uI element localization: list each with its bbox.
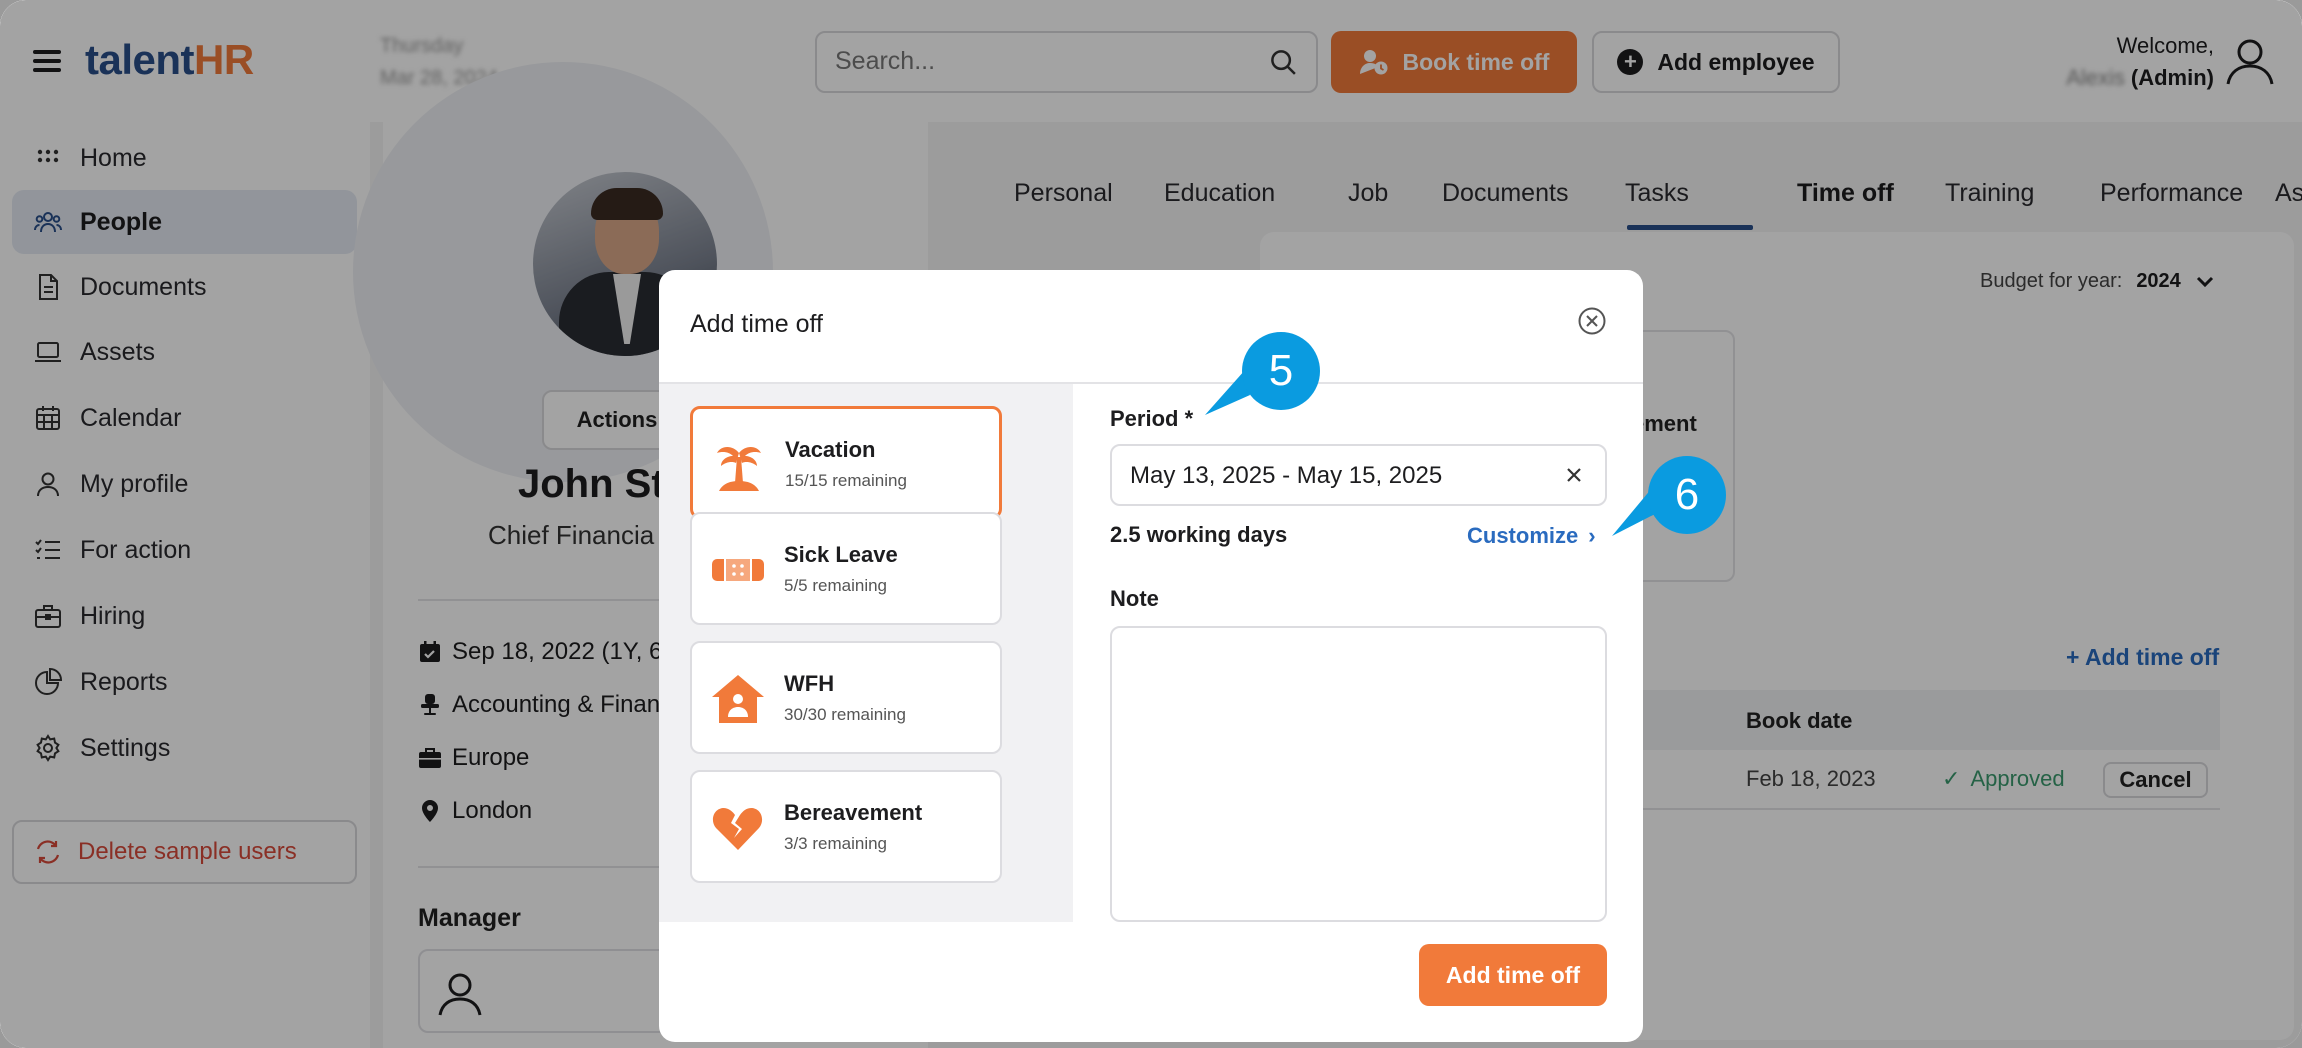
leave-type-remaining: 30/30 remaining	[784, 705, 906, 724]
chevron-right-icon: ›	[1588, 523, 1596, 548]
customize-link[interactable]: Customize ›	[1467, 523, 1596, 549]
add-time-off-submit-button[interactable]: Add time off	[1419, 944, 1607, 1006]
leave-type-remaining: 5/5 remaining	[784, 576, 888, 595]
customize-label: Customize	[1467, 523, 1579, 548]
app-frame: talentHR Thursday Mar 28, 2024 Book time…	[0, 0, 2302, 1048]
home-icon	[712, 675, 764, 723]
step-6-callout: 6	[1648, 456, 1726, 534]
leave-type-name: Sick Leave	[784, 542, 898, 567]
period-label: Period *	[1110, 406, 1194, 431]
leave-type-vacation[interactable]: Vacation 15/15 remaining	[690, 406, 1002, 519]
palm-tree-icon	[717, 447, 761, 491]
period-value: May 13, 2025 - May 15, 2025	[1130, 462, 1443, 489]
add-time-off-dialog: Add time off Vacation 15/15 remaining Si…	[659, 270, 1643, 1042]
leave-type-bereavement[interactable]: Bereavement 3/3 remaining	[690, 770, 1002, 883]
leave-type-list: Vacation 15/15 remaining Sick Leave 5/5 …	[659, 384, 1073, 922]
note-textarea[interactable]	[1110, 626, 1607, 922]
note-label: Note	[1110, 586, 1159, 611]
leave-type-name: Vacation	[785, 437, 876, 462]
leave-type-wfh[interactable]: WFH 30/30 remaining	[690, 641, 1002, 754]
step-5-callout: 5	[1242, 332, 1320, 410]
leave-type-name: WFH	[784, 671, 835, 696]
clear-icon[interactable]	[1561, 462, 1587, 488]
broken-heart-icon	[712, 808, 763, 850]
leave-type-remaining: 3/3 remaining	[784, 834, 888, 853]
leave-type-name: Bereavement	[784, 800, 923, 825]
working-days-summary: 2.5 working days	[1110, 522, 1288, 547]
period-date-range-input[interactable]: May 13, 2025 - May 15, 2025	[1110, 444, 1607, 506]
close-icon[interactable]	[1577, 306, 1607, 336]
bandage-icon	[712, 559, 764, 581]
leave-type-remaining: 15/15 remaining	[785, 471, 907, 490]
leave-type-sick-leave[interactable]: Sick Leave 5/5 remaining	[690, 512, 1002, 625]
dialog-title: Add time off	[690, 310, 823, 338]
